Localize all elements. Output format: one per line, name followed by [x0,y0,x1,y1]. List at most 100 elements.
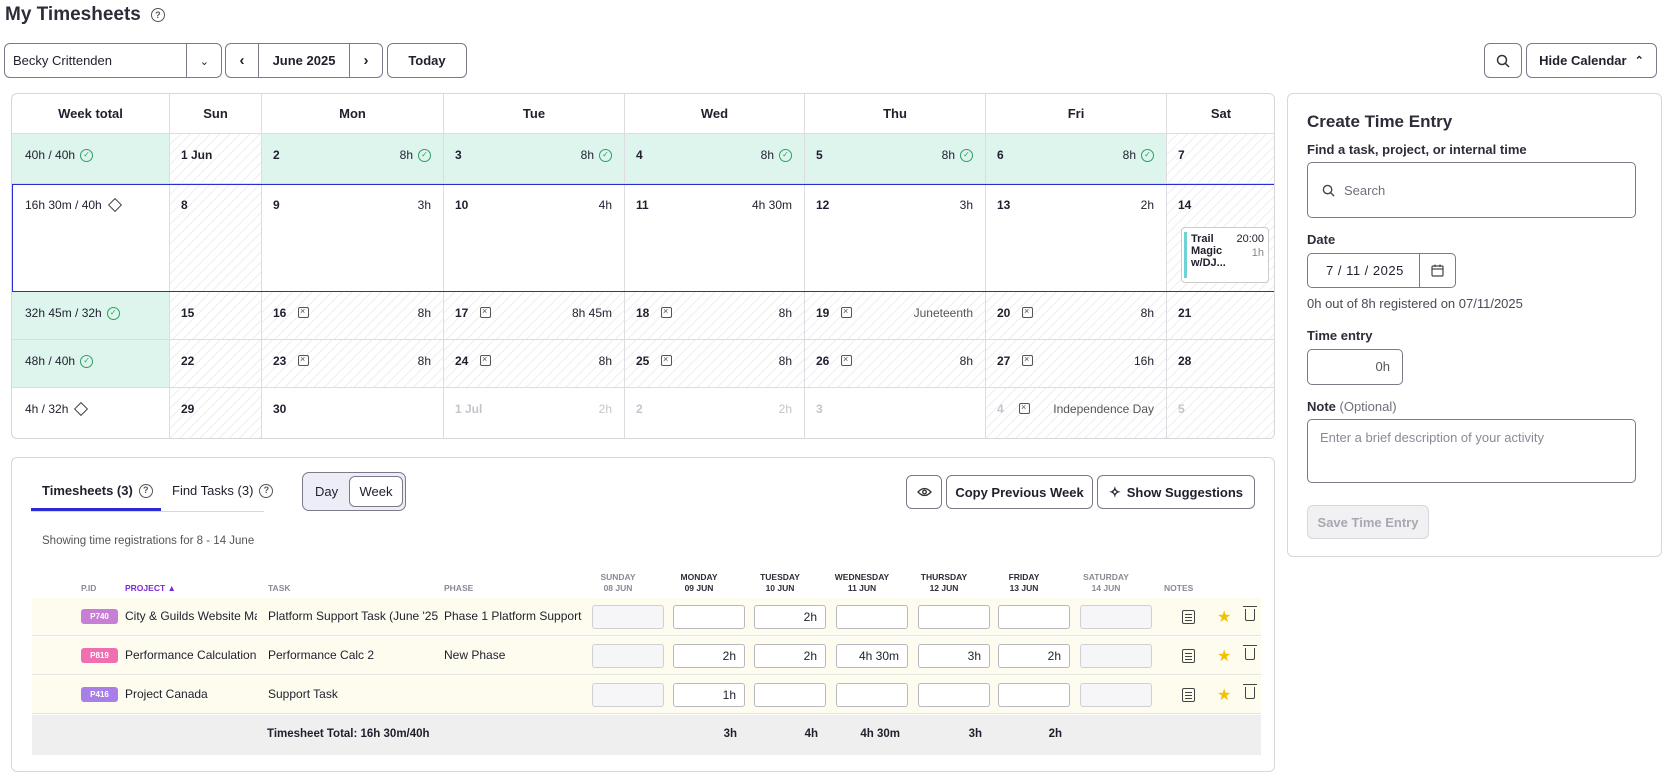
hours-input[interactable] [998,683,1070,707]
user-select[interactable]: Becky Crittenden ⌄ [4,43,222,78]
visibility-button[interactable] [906,475,942,509]
calendar-day-cell[interactable]: 7 [1167,134,1274,184]
help-icon[interactable]: ? [150,8,165,22]
hours-input[interactable] [592,644,664,668]
project-name[interactable]: Project Canada [125,687,257,701]
table-row: P819 Performance Calculation ... Performan… [32,637,1261,675]
task-name[interactable]: Platform Support Task (June '25) [268,609,438,623]
toggle-day[interactable]: Day [315,484,338,499]
hours-input[interactable] [836,605,908,629]
hours-input[interactable]: 4h 30m [836,644,908,668]
hide-calendar-button[interactable]: Hide Calendar ⌃ [1526,43,1657,78]
cal-header-week-total: Week total [12,94,170,134]
calendar-event[interactable]: Trail Magic w/DJ... 20:00 1h [1181,227,1269,283]
cal-header-fri: Fri [986,94,1167,134]
calendar-day-cell[interactable]: 18 8h [625,292,805,340]
calendar-day-cell[interactable]: 28 [1167,340,1274,388]
hours-input[interactable]: 2h [754,605,826,629]
week-total-cell[interactable]: 40h / 40h ✓ [12,134,170,184]
calendar-day-cell[interactable]: 4 Independence Day [986,388,1167,438]
notes-icon[interactable] [1182,688,1195,702]
hours-input[interactable] [1080,644,1152,668]
week-total-cell[interactable]: 48h / 40h ✓ [12,340,170,388]
calendar-day-cell[interactable]: 3 [805,388,986,438]
hours-input[interactable] [592,605,664,629]
tab-timesheets[interactable]: Timesheets (3)? [42,483,153,498]
hours-input[interactable]: 3h [918,644,990,668]
calendar-day-cell[interactable]: 15 [170,292,262,340]
calendar-day-cell[interactable]: 2 8h ✓ [262,134,444,184]
calendar-day-cell[interactable]: 22 [170,340,262,388]
search-input[interactable]: Search [1307,162,1636,218]
view-toggle: Day Week [302,472,406,511]
notes-icon[interactable] [1182,610,1195,624]
calendar-day-cell[interactable]: 25 8h [625,340,805,388]
calendar-icon[interactable] [1419,254,1455,287]
note-textarea[interactable]: Enter a brief description of your activi… [1307,419,1636,483]
calendar-day-cell[interactable]: 17 8h 45m [444,292,625,340]
trash-icon[interactable] [1243,645,1257,660]
calendar-day-cell[interactable]: 1 Jun [170,134,262,184]
task-name[interactable]: Support Task [268,687,438,701]
hours-input[interactable] [998,605,1070,629]
trash-icon[interactable] [1243,606,1257,621]
hours-input[interactable] [1080,605,1152,629]
hours-input[interactable] [673,605,745,629]
calendar-day-cell[interactable]: 30 [262,388,444,438]
col-project[interactable]: PROJECT ▲ [125,583,176,594]
day-number: 19 [816,306,830,320]
today-button[interactable]: Today [387,43,467,78]
project-name[interactable]: Performance Calculation ... [125,648,257,662]
calendar-day-cell[interactable]: 2 2h [625,388,805,438]
chevron-left-icon[interactable]: ‹ [226,44,259,77]
chevron-right-icon[interactable]: › [349,44,382,77]
calendar-day-cell[interactable]: 29 [170,388,262,438]
calendar-day-cell[interactable]: 23 8h [262,340,444,388]
calendar-day-cell[interactable]: 6 8h ✓ [986,134,1167,184]
hours-input[interactable] [592,683,664,707]
hours-input[interactable] [918,605,990,629]
task-name[interactable]: Performance Calc 2 [268,648,438,662]
calendar-day-cell[interactable]: 1 Jul 2h [444,388,625,438]
day-hours-wrap: 8h ✓ [1123,148,1154,162]
hours-input[interactable] [836,683,908,707]
search-button[interactable] [1484,43,1522,78]
check-circle-icon: ✓ [80,148,94,162]
calendar-day-cell[interactable]: 27 16h [986,340,1167,388]
calendar-day-cell[interactable]: 26 8h [805,340,986,388]
hours-input[interactable]: 2h [998,644,1070,668]
star-icon[interactable]: ★ [1217,646,1231,666]
table-row: P416 Project Canada Support Task 1h ★ [32,676,1261,714]
week-total-value: 4h / 32h [25,401,89,417]
calendar-day-cell[interactable]: 5 [1167,388,1274,438]
calendar-day-cell[interactable]: 19 Juneteenth [805,292,986,340]
hours-input[interactable]: 2h [754,644,826,668]
hours-input[interactable]: 1h [673,683,745,707]
check-circle-icon: ✓ [1141,148,1154,162]
calendar-day-cell[interactable]: 16 8h [262,292,444,340]
show-suggestions-button[interactable]: ✧ Show Suggestions [1097,475,1255,509]
date-field[interactable]: 7 / 11 / 2025 [1307,253,1456,288]
tab-find-tasks[interactable]: Find Tasks (3)? [172,483,274,498]
star-icon[interactable]: ★ [1217,685,1231,705]
save-time-entry-button[interactable]: Save Time Entry [1307,505,1429,539]
hours-input[interactable] [1080,683,1152,707]
copy-previous-week-button[interactable]: Copy Previous Week [946,475,1093,509]
notes-icon[interactable] [1182,649,1195,663]
star-icon[interactable]: ★ [1217,607,1231,627]
week-total-cell[interactable]: 32h 45m / 32h ✓ [12,292,170,340]
time-entry-input[interactable]: 0h [1307,349,1403,385]
calendar-day-cell[interactable]: 20 8h [986,292,1167,340]
calendar-day-cell[interactable]: 4 8h ✓ [625,134,805,184]
calendar-day-cell[interactable]: 5 8h ✓ [805,134,986,184]
calendar-day-cell[interactable]: 24 8h [444,340,625,388]
hours-input[interactable] [918,683,990,707]
calendar-day-cell[interactable]: 3 8h ✓ [444,134,625,184]
toggle-week[interactable]: Week [349,476,403,507]
hours-input[interactable]: 2h [673,644,745,668]
week-total-cell[interactable]: 4h / 32h [12,388,170,438]
hours-input[interactable] [754,683,826,707]
project-name[interactable]: City & Guilds Website Ma... [125,609,257,623]
trash-icon[interactable] [1243,684,1257,699]
calendar-day-cell[interactable]: 21 [1167,292,1274,340]
